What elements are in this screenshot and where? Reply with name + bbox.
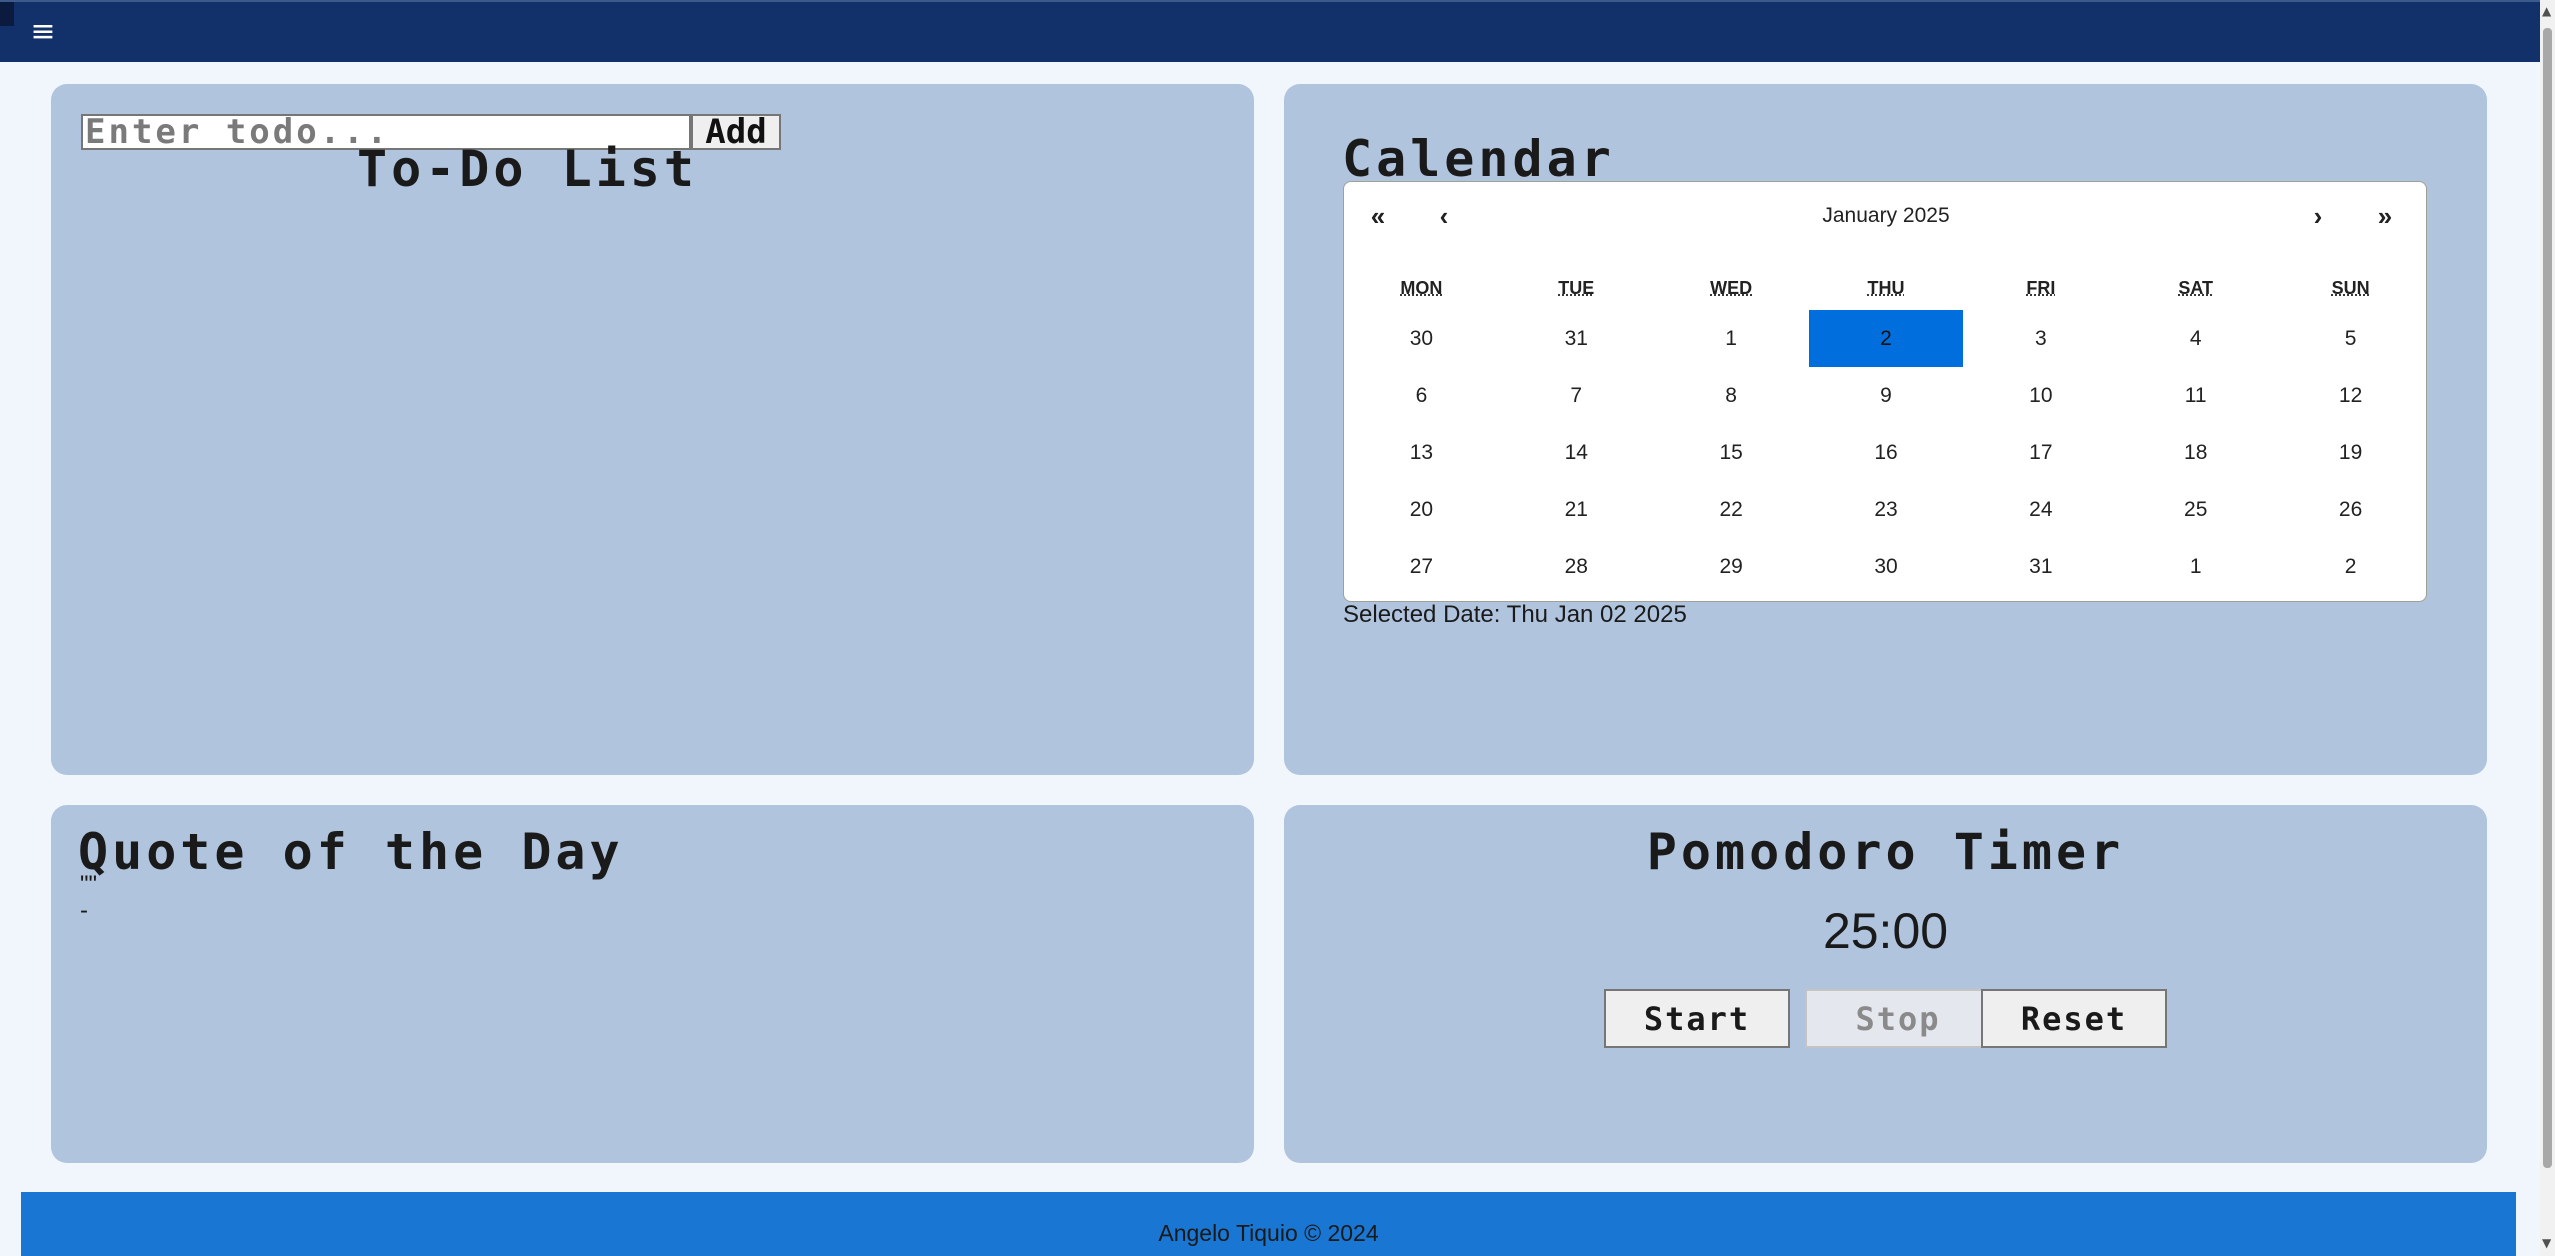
todo-card: Add To-Do List <box>51 84 1254 775</box>
calendar-day[interactable]: 10 <box>1963 367 2118 424</box>
footer-text: Angelo Tiquio © 2024 <box>1158 1220 1379 1246</box>
calendar-day[interactable]: 2 <box>2273 538 2428 595</box>
calendar-day[interactable]: 31 <box>1499 310 1654 367</box>
calendar-day[interactable]: 9 <box>1809 367 1964 424</box>
pomodoro-time: 25:00 <box>1822 903 1949 959</box>
weekday-label: THU <box>1867 278 1905 298</box>
weekday-label: FRI <box>2026 278 2056 298</box>
weekday-label: SUN <box>2331 278 2370 298</box>
quote-title: Quote of the Day <box>78 823 624 881</box>
pomodoro-card: Pomodoro Timer 25:00 Start Stop Reset <box>1284 805 2487 1163</box>
calendar-day[interactable]: 1 <box>2118 538 2273 595</box>
calendar-day[interactable]: 22 <box>1654 481 1809 538</box>
weekday-label: WED <box>1710 278 1753 298</box>
reset-button[interactable]: Reset <box>1981 989 2167 1048</box>
scrollbar-thumb[interactable] <box>2543 28 2552 1168</box>
calendar-day[interactable]: 5 <box>2273 310 2428 367</box>
calendar-day[interactable]: 25 <box>2118 481 2273 538</box>
calendar-day[interactable]: 4 <box>2118 310 2273 367</box>
calendar-day[interactable]: 29 <box>1654 538 1809 595</box>
prev-month-icon[interactable]: ‹ <box>1414 196 1474 236</box>
weekday-header: MON TUE WED THU FRI SAT SUN <box>1344 278 2428 299</box>
next-month-icon[interactable]: › <box>2288 196 2348 236</box>
calendar-day[interactable]: 6 <box>1344 367 1499 424</box>
calendar-title: Calendar <box>1342 130 1615 188</box>
calendar-day[interactable]: 20 <box>1344 481 1499 538</box>
next-year-icon[interactable]: » <box>2355 196 2415 236</box>
calendar-day[interactable]: 7 <box>1499 367 1654 424</box>
quote-text: "" <box>80 871 98 898</box>
stop-button[interactable]: Stop <box>1805 989 1991 1048</box>
calendar-day[interactable]: 17 <box>1963 424 2118 481</box>
prev-year-icon[interactable]: « <box>1348 196 1408 236</box>
top-navbar: ≡ <box>0 0 2540 62</box>
calendar-day[interactable]: 1 <box>1654 310 1809 367</box>
calendar-day[interactable]: 16 <box>1809 424 1964 481</box>
calendar-day[interactable]: 30 <box>1344 310 1499 367</box>
calendar-day[interactable]: 23 <box>1809 481 1964 538</box>
calendar-day[interactable]: 3 <box>1963 310 2118 367</box>
calendar-day[interactable]: 8 <box>1654 367 1809 424</box>
calendar-day[interactable]: 14 <box>1499 424 1654 481</box>
quote-card: Quote of the Day "" - <box>51 805 1254 1163</box>
calendar-month-label[interactable]: January 2025 <box>1544 196 2228 236</box>
calendar-day[interactable]: 28 <box>1499 538 1654 595</box>
weekday-label: SAT <box>2178 278 2214 298</box>
calendar-day[interactable]: 15 <box>1654 424 1809 481</box>
start-button[interactable]: Start <box>1604 989 1790 1048</box>
scroll-down-icon[interactable]: ▼ <box>2542 1236 2551 1250</box>
calendar-day[interactable]: 11 <box>2118 367 2273 424</box>
calendar-day[interactable]: 27 <box>1344 538 1499 595</box>
footer: Angelo Tiquio © 2024 <box>21 1192 2516 1256</box>
scrollbar[interactable]: ▲ ▼ <box>2540 0 2555 1256</box>
calendar-day[interactable]: 26 <box>2273 481 2428 538</box>
calendar-day-selected[interactable]: 2 <box>1808 310 1964 367</box>
calendar-days-grid: 30 31 1 2 3 4 5 6 7 8 9 10 11 12 13 14 15 16 17 18 19 20 21 22 2… <box>1344 310 2428 595</box>
scroll-up-icon[interactable]: ▲ <box>2542 4 2551 18</box>
calendar-day[interactable]: 24 <box>1963 481 2118 538</box>
calendar-day[interactable]: 19 <box>2273 424 2428 481</box>
weekday-label: TUE <box>1558 278 1595 298</box>
selected-date-text: Selected Date: Thu Jan 02 2025 <box>1343 601 1687 628</box>
hamburger-menu-icon[interactable]: ≡ <box>28 16 58 48</box>
calendar-day[interactable]: 21 <box>1499 481 1654 538</box>
calendar-day[interactable]: 30 <box>1809 538 1964 595</box>
calendar-day[interactable]: 31 <box>1963 538 2118 595</box>
quote-author: - <box>80 897 88 924</box>
calendar-day[interactable]: 13 <box>1344 424 1499 481</box>
calendar-day[interactable]: 18 <box>2118 424 2273 481</box>
todo-title: To-Do List <box>356 140 699 198</box>
weekday-label: MON <box>1400 278 1443 298</box>
calendar-widget: « ‹ January 2025 › » MON TUE WED THU FRI… <box>1343 181 2427 602</box>
calendar-card: Calendar « ‹ January 2025 › » MON TUE WE… <box>1284 84 2487 775</box>
navbar-corner <box>0 2 14 26</box>
pomodoro-title: Pomodoro Timer <box>1646 823 2125 881</box>
calendar-day[interactable]: 12 <box>2273 367 2428 424</box>
